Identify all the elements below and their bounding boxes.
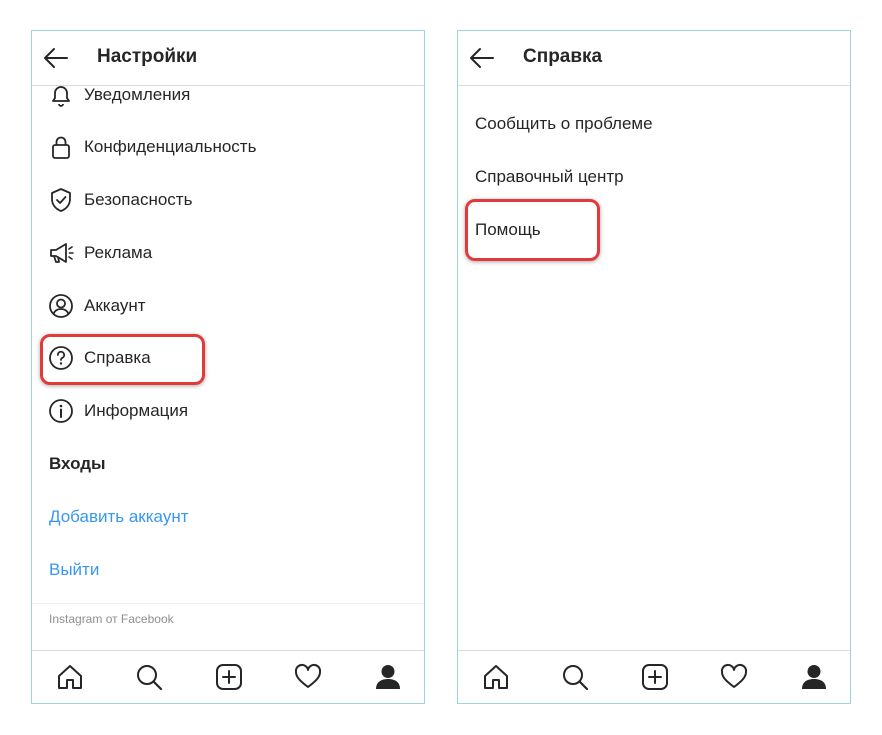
bottom-navigation [458, 650, 850, 703]
footer-caption: Instagram от Facebook [49, 612, 174, 626]
page-title: Настройки [97, 46, 198, 67]
home-icon[interactable] [56, 663, 84, 691]
account-icon [49, 294, 73, 318]
menu-item-label: Конфиденциальность [84, 137, 257, 156]
menu-item-label: Безопасность [84, 190, 193, 209]
menu-item-label: Информация [84, 401, 189, 420]
menu-item-label: Уведомления [84, 85, 191, 104]
menu-item-ads[interactable]: Реклама [32, 233, 424, 273]
settings-header: Настройки [32, 31, 424, 86]
home-icon[interactable] [482, 663, 510, 691]
activity-heart-icon[interactable] [720, 663, 748, 691]
profile-icon[interactable] [374, 663, 402, 691]
lock-icon [52, 136, 70, 159]
megaphone-icon [50, 243, 74, 263]
shield-icon [51, 188, 71, 212]
menu-item-label: Аккаунт [84, 296, 146, 315]
menu-item-label: Справка [84, 348, 151, 367]
report-problem-item[interactable]: Сообщить о проблеме [475, 114, 653, 134]
add-account-link[interactable]: Добавить аккаунт [49, 507, 189, 527]
search-icon[interactable] [561, 663, 589, 691]
menu-item-help[interactable]: Справка [32, 338, 424, 378]
new-post-icon[interactable] [215, 663, 243, 691]
menu-item-label: Реклама [84, 243, 153, 262]
help-header: Справка [458, 31, 850, 86]
info-icon [49, 399, 73, 423]
new-post-icon[interactable] [641, 663, 669, 691]
settings-screen: Настройки Уведомления Конфиденциальность… [31, 30, 425, 704]
help-icon [49, 346, 73, 370]
support-item[interactable]: Помощь [475, 220, 541, 240]
menu-item-account[interactable]: Аккаунт [32, 286, 424, 326]
divider [32, 603, 424, 604]
menu-item-info[interactable]: Информация [32, 391, 424, 431]
help-screen: Справка Сообщить о проблеме Справочный ц… [457, 30, 851, 704]
logout-link[interactable]: Выйти [49, 560, 99, 580]
back-arrow-icon[interactable] [468, 44, 496, 72]
help-center-item[interactable]: Справочный центр [475, 167, 624, 187]
menu-item-security[interactable]: Безопасность [32, 180, 424, 220]
menu-item-privacy[interactable]: Конфиденциальность [32, 127, 424, 167]
back-arrow-icon[interactable] [42, 44, 70, 72]
logins-section-title: Входы [49, 454, 106, 473]
profile-icon[interactable] [800, 663, 828, 691]
activity-heart-icon[interactable] [294, 663, 322, 691]
page-title: Справка [523, 46, 603, 67]
bottom-navigation [32, 650, 424, 703]
search-icon[interactable] [135, 663, 163, 691]
